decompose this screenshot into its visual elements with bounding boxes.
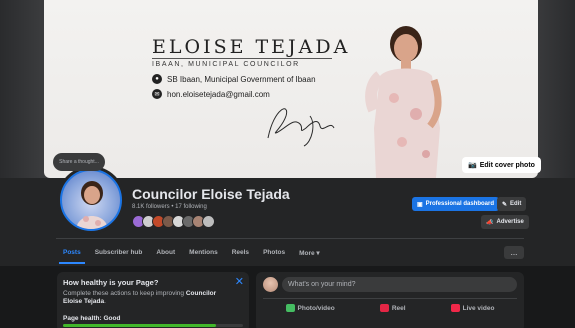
cover-location: ● SB Ibaan, Municipal Government of Ibaa… [152,74,316,84]
page-health-card: How healthy is your Page? ✕ Complete the… [57,272,249,328]
councilor-photo [365,26,442,178]
advertise-label: Advertise [496,219,524,225]
pencil-icon: ✎ [502,201,508,208]
edit-cover-photo-button[interactable]: 📷 Edit cover photo [462,157,541,173]
follower-avatars [132,215,215,228]
megaphone-icon: 📣 [486,219,494,226]
reel-label: Reel [391,304,406,312]
tab-reels[interactable]: Reels [225,244,256,264]
reel-button[interactable]: Reel [376,302,410,314]
health-card-description: Complete these actions to keep improving… [63,290,217,305]
dashboard-icon: ▣ [417,201,423,208]
advertise-button[interactable]: 📣 Advertise [481,215,529,229]
avatar-image [76,181,108,229]
professional-dashboard-label: Professional dashboard [425,201,495,207]
map-pin-icon: ● [152,74,162,84]
live-video-button[interactable]: Live video [447,302,499,314]
cover-name-text: ELOISE TEJADA [152,36,351,58]
envelope-icon: ✉ [152,89,162,99]
whats-on-your-mind-input[interactable]: What's on your mind? [282,277,517,292]
header-divider [56,238,524,239]
edit-button[interactable]: ✎ Edit [497,197,527,211]
tab-posts[interactable]: Posts [56,244,88,264]
composer-avatar[interactable] [263,277,278,292]
page-health-progress-fill [63,324,216,327]
cover-email: ✉ hon.eloisetejada@gmail.com [152,89,270,99]
photo-video-button[interactable]: Photo/video [282,302,339,314]
cover-title-text: IBAAN, MUNICIPAL COUNCILOR [152,61,300,68]
page-health-progress [63,324,243,327]
live-video-label: Live video [462,304,495,312]
more-options-button[interactable]: ... [504,246,524,259]
professional-dashboard-button[interactable]: ▣ Professional dashboard [412,197,500,211]
photo-icon [285,304,295,312]
followers-count[interactable]: 8.1K followers • 17 following [132,204,207,210]
tab-photos[interactable]: Photos [256,244,292,264]
tab-subscriber-hub[interactable]: Subscriber hub [88,244,150,264]
composer-actions: Photo/video Reel Live video [263,302,517,314]
photo-video-label: Photo/video [297,304,335,312]
page-title: Councilor Eloise Tejada [132,186,290,202]
profile-picture[interactable] [57,166,125,234]
cover-location-text: SB Ibaan, Municipal Government of Ibaan [167,74,316,84]
signature-image [267,108,335,147]
live-video-icon [450,304,460,312]
camera-icon: 📷 [468,162,477,169]
profile-tabs: Posts Subscriber hub About Mentions Reel… [56,244,327,264]
avatar [60,169,122,231]
share-thought-bubble[interactable]: Share a thought... [53,153,105,171]
close-icon[interactable]: ✕ [235,275,244,288]
post-composer: What's on your mind? Photo/video Reel Li… [256,272,524,328]
edit-label: Edit [510,201,522,207]
page-health-label: Page health: Good [63,315,121,322]
cover-email-text: hon.eloisetejada@gmail.com [167,89,270,99]
follower-avatar[interactable] [202,215,215,228]
cover-rule [152,58,332,59]
reel-icon [379,304,389,312]
tab-more[interactable]: More ▾ [292,244,327,264]
cover-photo[interactable]: ELOISE TEJADA IBAAN, MUNICIPAL COUNCILOR… [44,0,538,178]
composer-divider [263,298,517,299]
tab-mentions[interactable]: Mentions [182,244,225,264]
tab-about[interactable]: About [149,244,182,264]
health-card-title: How healthy is your Page? [63,278,159,287]
edit-cover-label: Edit cover photo [479,161,535,169]
